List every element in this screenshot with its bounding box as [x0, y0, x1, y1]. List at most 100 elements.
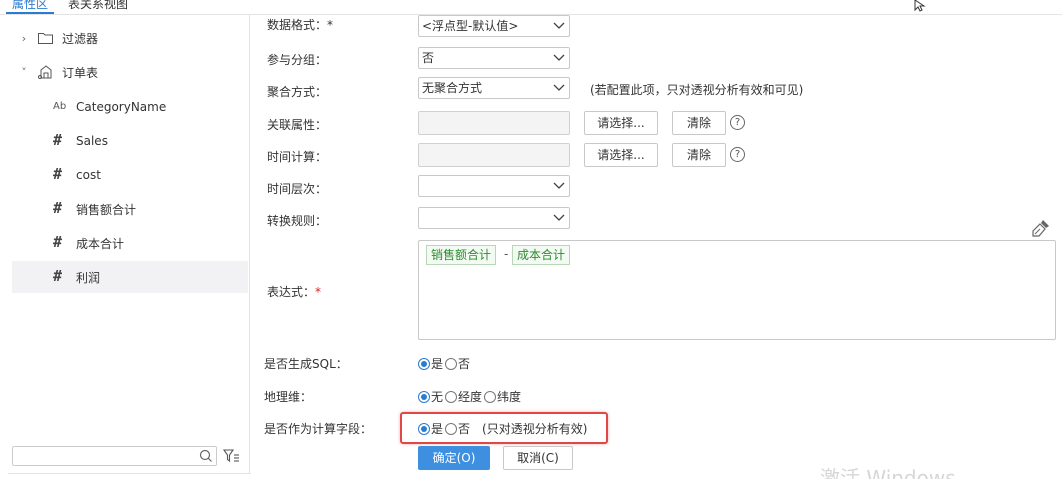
group-value: 否 [422, 51, 435, 65]
windows-activation-watermark: 激活 Windows [820, 466, 956, 479]
radio-label: 否 [458, 357, 471, 371]
radio-option[interactable]: 是 [418, 420, 443, 437]
expression-label-text: 表达式： [267, 285, 316, 299]
radio-button[interactable] [484, 390, 497, 403]
radio-button[interactable] [418, 390, 430, 403]
table-icon [38, 65, 52, 79]
time-level-select[interactable] [418, 175, 570, 197]
aggregation-value: 无聚合方式 [422, 81, 483, 95]
tree-label-order-table: 订单表 [62, 65, 99, 80]
required-mark: * [315, 285, 322, 299]
field-label: Sales [76, 134, 108, 148]
aggregation-select[interactable]: 无聚合方式 [418, 77, 570, 99]
chevron-down-icon[interactable]: ˅ [18, 66, 30, 79]
gen-sql-label: 是否生成SQL： [264, 357, 348, 371]
data-format-label: 数据格式：* [267, 18, 334, 32]
folder-icon [38, 33, 53, 44]
radio-button[interactable] [445, 422, 458, 435]
help-icon[interactable]: ? [730, 147, 745, 162]
calc-field-hint: (只对透视分析有效) [482, 422, 588, 436]
radio-label: 是 [431, 357, 444, 371]
chevron-down-icon [553, 182, 565, 189]
aggregation-label: 聚合方式： [267, 85, 328, 99]
number-field-icon: # [53, 233, 63, 251]
time-calc-label: 时间计算： [267, 150, 328, 164]
related-attr-choose-button[interactable]: 请选择... [584, 111, 658, 135]
radio-label: 无 [431, 390, 444, 404]
related-attr-clear-button[interactable]: 清除 [672, 111, 726, 135]
expression-label: 表达式：* [267, 283, 321, 300]
radio-option[interactable]: 无 [418, 388, 443, 405]
field-cost-total[interactable]: # 成本合计 [8, 228, 248, 258]
time-level-label: 时间层次： [267, 182, 328, 196]
tab-table-relations[interactable]: 表关系视图 [56, 0, 136, 14]
field-label: 成本合计 [76, 236, 125, 251]
time-calc-choose-button[interactable]: 请选择... [584, 143, 658, 167]
search-icon[interactable] [198, 448, 214, 464]
radio-option[interactable]: 是 [418, 355, 443, 372]
tree-node-order-table[interactable]: ˅ 订单表 [8, 57, 248, 87]
radio-label: 否 [458, 422, 471, 436]
number-field-icon: # [53, 199, 63, 217]
text-field-icon: Ab [53, 101, 67, 112]
cancel-button[interactable]: 取消(C) [503, 446, 573, 470]
field-profit[interactable]: # 利润 [12, 261, 248, 293]
time-calc-field [418, 143, 570, 167]
expression-operator: - [504, 247, 509, 261]
number-field-icon: # [53, 267, 63, 285]
radio-button[interactable] [445, 390, 458, 403]
time-calc-clear-button[interactable]: 清除 [672, 143, 726, 167]
radio-option[interactable]: 纬度 [484, 388, 521, 405]
related-attr-label: 关联属性： [267, 118, 328, 132]
field-label: 销售额合计 [76, 202, 137, 217]
radio-option[interactable]: 经度 [445, 388, 482, 405]
data-format-select[interactable]: <浮点型-默认值> [418, 15, 570, 37]
brush-icon[interactable] [1031, 218, 1051, 238]
field-label: CategoryName [76, 100, 167, 114]
field-cost[interactable]: # cost [8, 160, 248, 190]
calc-field-radio-group: 是 否 (只对透视分析有效) [418, 420, 587, 437]
chevron-right-icon[interactable]: › [18, 32, 30, 45]
gen-sql-radio-group: 是 否 [418, 355, 472, 372]
field-tree-panel: › 过滤器 ˅ 订单表 Ab CategoryName # Sales # co… [8, 15, 250, 473]
field-label: cost [76, 168, 101, 182]
ok-button[interactable]: 确定(O) [418, 446, 490, 470]
radio-label: 是 [431, 422, 444, 436]
help-icon[interactable]: ? [730, 115, 745, 130]
calc-field-label: 是否作为计算字段： [264, 422, 373, 436]
field-categoryname[interactable]: Ab CategoryName [8, 92, 248, 122]
chevron-down-icon [553, 214, 565, 221]
radio-option[interactable]: 否 [445, 355, 470, 372]
radio-option[interactable]: 否 [445, 420, 470, 437]
chevron-down-icon [553, 84, 565, 91]
number-field-icon: # [53, 165, 63, 183]
field-sales-total[interactable]: # 销售额合计 [8, 194, 248, 224]
expression-editor[interactable]: 销售额合计 - 成本合计 [418, 240, 1056, 340]
field-sales[interactable]: # Sales [8, 126, 248, 156]
geo-label: 地理维： [264, 390, 313, 404]
number-field-icon: # [53, 131, 63, 149]
group-label: 参与分组： [267, 53, 328, 67]
radio-label: 经度 [458, 390, 483, 404]
chevron-down-icon [553, 54, 565, 61]
mouse-cursor-icon [914, 0, 926, 12]
radio-button[interactable] [418, 357, 430, 370]
group-select[interactable]: 否 [418, 47, 570, 69]
aggregation-hint: (若配置此项，只对透视分析有效和可见) [590, 83, 804, 97]
divider [8, 473, 251, 474]
radio-label: 纬度 [497, 390, 522, 404]
expression-token-field[interactable]: 成本合计 [512, 245, 571, 265]
convert-rule-select[interactable] [418, 207, 570, 229]
geo-radio-group: 无 经度 纬度 [418, 388, 523, 405]
radio-button[interactable] [418, 422, 430, 435]
filter-icon[interactable] [222, 447, 240, 465]
tree-label-filter: 过滤器 [62, 31, 99, 46]
related-attr-field [418, 111, 570, 135]
field-label: 利润 [76, 270, 101, 285]
expression-token-field[interactable]: 销售额合计 [426, 245, 497, 265]
tree-node-filter[interactable]: › 过滤器 [8, 23, 248, 53]
convert-rule-label: 转换规则： [267, 214, 328, 228]
data-format-value: <浮点型-默认值> [422, 19, 519, 33]
radio-button[interactable] [445, 357, 458, 370]
field-search-input[interactable] [12, 446, 217, 466]
